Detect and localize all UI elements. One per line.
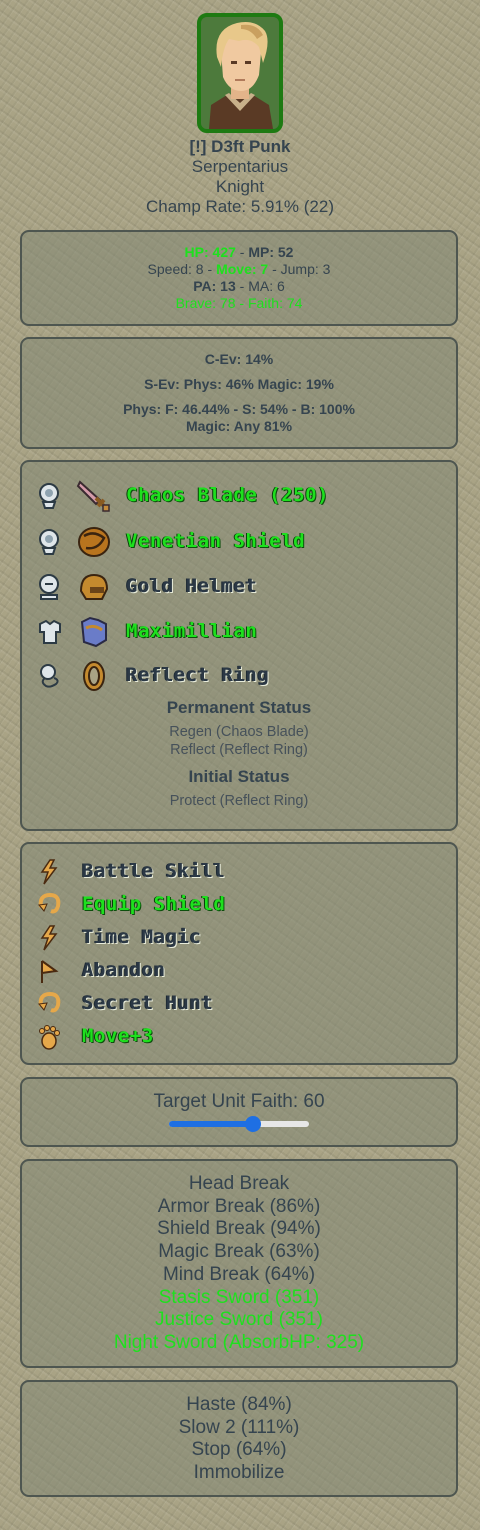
lightning-icon — [40, 859, 58, 885]
unit-portrait — [197, 13, 283, 133]
unit-champ-rate: Champ Rate: 5.91% (22) — [145, 197, 335, 216]
ability-label: Battle Skill — [82, 860, 226, 882]
brave-faith-line: Brave: 78 - Faith: 74 — [22, 295, 456, 312]
support-icon — [41, 960, 59, 983]
ability-row: Battle Skill — [36, 856, 436, 888]
unit-name: [!] D3ft Punk — [189, 137, 291, 156]
skills-panel: Head Break Armor Break (86%) Shield Brea… — [20, 1159, 458, 1368]
ability-row: Equip Shield — [36, 889, 436, 921]
faith-stat: Faith: 74 — [247, 295, 303, 311]
shield-icon — [78, 527, 110, 557]
slider-handle[interactable] — [245, 1116, 261, 1132]
pa-stat: PA: 13 — [193, 278, 236, 294]
shield-evade: S-Ev: Phys: 46% Magic: 19% — [144, 376, 334, 392]
separator: - — [235, 278, 249, 294]
skill-item: Head Break — [188, 1173, 290, 1194]
separator: - — [268, 261, 281, 277]
magic-evade: Magic: Any 81% — [185, 418, 293, 434]
target-faith-panel: Target Unit Faith: 60 — [20, 1077, 458, 1147]
spell-item: Haste (84%) — [186, 1394, 292, 1415]
unit-zodiac-sign: Serpentarius — [191, 157, 289, 176]
helmet-icon — [79, 573, 109, 600]
accessory-slot-icon — [40, 664, 59, 688]
hp-stat: HP: 427 — [184, 244, 236, 260]
skill-item: Shield Break (94%) — [157, 1218, 321, 1240]
unit-header: [!] D3ft Punk Serpentarius Knight Champ … — [0, 0, 480, 217]
head-slot-icon — [39, 574, 59, 600]
sword-icon — [76, 480, 110, 512]
skill-item: Magic Break (63%) — [158, 1241, 320, 1263]
equipment-row-accessory: Reflect Ring — [36, 656, 436, 696]
brave-stat: Brave: 78 — [175, 295, 236, 311]
skill-item: Night Sword (AbsorbHP: 325) — [113, 1331, 365, 1353]
mp-stat: MP: 52 — [248, 244, 294, 260]
skill-item: Mind Break (64%) — [162, 1263, 316, 1285]
hp-mp-line: HP: 427 - MP: 52 — [22, 244, 456, 261]
time-magic-panel: Haste (84%) Slow 2 (111%) Stop (64%) Imm… — [20, 1380, 458, 1497]
equipment-label: Gold Helmet — [126, 575, 258, 597]
skill-item: Justice Sword (351) — [155, 1309, 323, 1331]
initial-status-item: Protect (Reflect Ring) — [169, 793, 309, 809]
permanent-status-item: Regen (Chaos Blade) — [169, 724, 309, 740]
stats-panel: HP: 427 - MP: 52 Speed: 8 - Move: 7 - Ju… — [20, 230, 458, 326]
body-slot-icon — [39, 619, 61, 644]
equipment-row-weapon: Chaos Blade (250) — [36, 476, 436, 516]
spell-item: Stop (64%) — [191, 1439, 287, 1461]
slider-fill — [169, 1121, 253, 1127]
equipment-label: Venetian Shield — [126, 530, 306, 552]
equipment-panel: Chaos Blade (250) Venetian Shield Gold H… — [20, 460, 458, 831]
ring-icon — [83, 661, 105, 691]
spell-item: Immobilize — [193, 1462, 285, 1484]
knight-portrait-image — [201, 17, 279, 129]
ma-stat: MA: 6 — [248, 278, 285, 294]
weapon-slot-icon — [39, 483, 59, 509]
abilities-panel: Battle Skill Equip Shield Time Magic Aba… — [20, 842, 458, 1065]
armor-icon — [80, 616, 107, 648]
ability-row: Time Magic — [36, 922, 436, 954]
equipment-label: Maximillian — [126, 620, 258, 642]
target-faith-label: Target Unit Faith: 60 — [153, 1091, 325, 1112]
ability-row: Move+3 — [36, 1021, 436, 1053]
ability-row: Abandon — [36, 955, 436, 987]
permanent-status-title: Permanent Status — [166, 698, 312, 717]
spell-item: Slow 2 (111%) — [178, 1416, 300, 1438]
permanent-status-item: Reflect (Reflect Ring) — [170, 742, 308, 758]
ability-label: Move+3 — [82, 1025, 154, 1047]
move-stat: Move: 7 — [216, 261, 269, 277]
class-evade: C-Ev: 14% — [204, 351, 274, 367]
unit-job: Knight — [215, 177, 265, 196]
speed-move-jump-line: Speed: 8 - Move: 7 - Jump: 3 — [22, 261, 456, 278]
skill-item: Armor Break (86%) — [157, 1195, 321, 1217]
skill-item: Stasis Sword (351) — [158, 1286, 320, 1308]
separator: - — [235, 244, 249, 260]
equipment-label: Reflect Ring — [126, 664, 270, 686]
equipment-label: Chaos Blade (250) — [126, 484, 329, 506]
equipment-row-shield: Venetian Shield — [36, 522, 436, 562]
initial-status-title: Initial Status — [188, 767, 290, 786]
ability-row: Secret Hunt — [36, 988, 436, 1020]
separator: - — [235, 295, 248, 311]
target-faith-slider[interactable] — [169, 1116, 309, 1132]
equipment-row-body: Maximillian — [36, 612, 436, 652]
ability-label: Secret Hunt — [82, 992, 214, 1014]
reaction-icon — [38, 991, 61, 1013]
ability-label: Time Magic — [82, 926, 202, 948]
equipment-row-head: Gold Helmet — [36, 567, 436, 607]
speed-stat: Speed: 8 — [147, 261, 204, 277]
jump-stat: Jump: 3 — [280, 261, 331, 277]
pa-ma-line: PA: 13 - MA: 6 — [22, 278, 456, 295]
ability-label: Abandon — [82, 959, 166, 981]
reaction-icon — [38, 892, 61, 914]
evasion-panel: C-Ev: 14% S-Ev: Phys: 46% Magic: 19% Phy… — [20, 337, 458, 449]
separator: - — [203, 261, 217, 277]
shield-slot-icon — [39, 529, 59, 555]
lightning-icon — [40, 925, 58, 951]
ability-label: Equip Shield — [82, 893, 226, 915]
movement-icon — [39, 1025, 60, 1050]
physical-evade: Phys: F: 46.44% - S: 54% - B: 100% — [123, 401, 355, 417]
